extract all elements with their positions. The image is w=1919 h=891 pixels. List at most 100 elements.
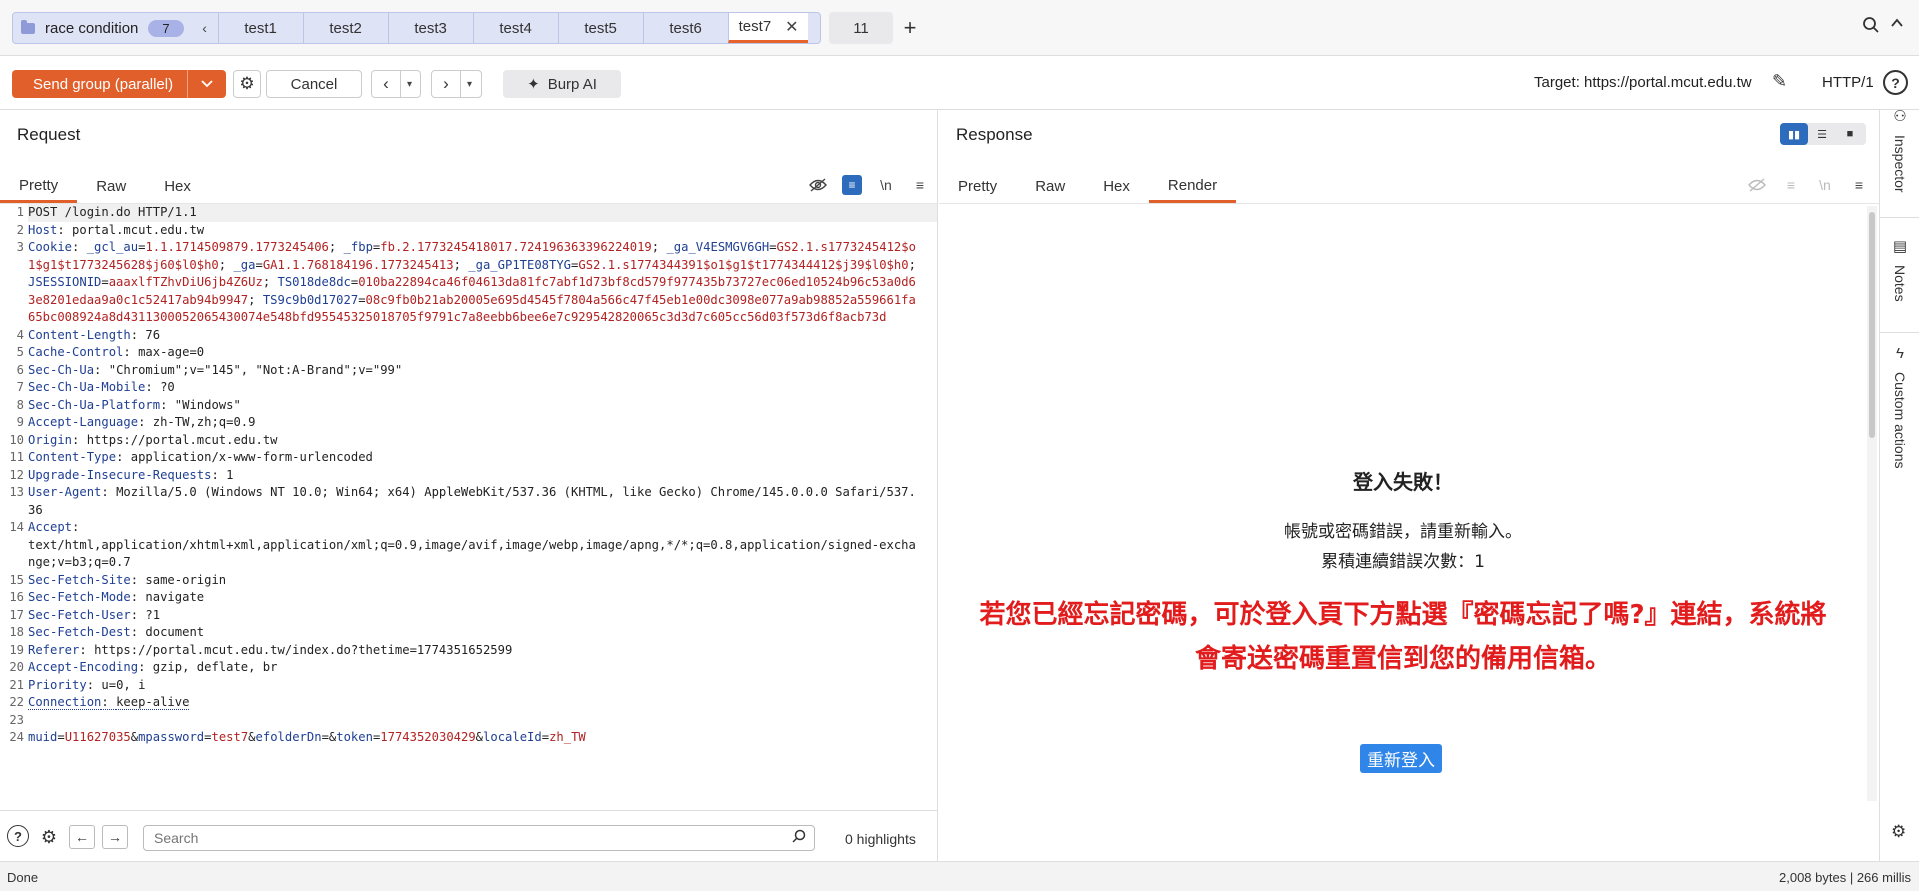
chevron-right-icon[interactable]: ›	[432, 74, 460, 94]
tab-hex[interactable]: Hex	[1084, 170, 1149, 203]
send-group-label: Send group (parallel)	[12, 70, 189, 98]
editor-line: 10 Origin: https://portal.mcut.edu.tw	[9, 432, 278, 447]
editor-line: 5 Cache-Control: max-age=0	[16, 345, 205, 359]
chevron-left-icon[interactable]: ‹	[372, 74, 400, 94]
tab-pretty[interactable]: Pretty	[0, 170, 78, 203]
editor-line: 18 Sec-Fetch-Dest: document	[9, 625, 205, 639]
newline-toggle-icon: \n	[1819, 177, 1831, 193]
arrow-right-icon[interactable]: →	[102, 825, 128, 849]
tab-11[interactable]: 11	[829, 12, 893, 44]
editor-line: 22 Connection: keep-alive	[9, 695, 190, 710]
pencil-icon[interactable]: ✎	[1772, 71, 1787, 92]
tab-test7-label: test7	[738, 18, 772, 35]
chevron-up-icon[interactable]	[1890, 16, 1904, 33]
gear-icon[interactable]: ⚙	[233, 70, 261, 98]
notes-panel-toggle[interactable]: ▤ Notes	[1880, 237, 1919, 302]
search-icon[interactable]	[1862, 16, 1880, 39]
relogin-button[interactable]: 重新登入	[1360, 744, 1442, 773]
arrow-left-icon[interactable]: ←	[69, 825, 95, 849]
tab-hex[interactable]: Hex	[145, 170, 210, 203]
editor-line: 2 Host: portal.mcut.edu.tw	[16, 222, 205, 237]
tab-raw[interactable]: Raw	[77, 170, 145, 203]
request-view-tabs: Pretty Raw Hex	[0, 170, 210, 203]
chevron-down-icon[interactable]: ▾	[400, 71, 418, 97]
editor-line: 15 Sec-Fetch-Site: same-origin	[9, 572, 227, 587]
lightning-icon: ϟ	[1896, 345, 1904, 362]
warning-line-2: 會寄送密碼重置信到您的備用信箱。	[1194, 644, 1611, 674]
custom-actions-panel-toggle[interactable]: ϟ Custom actions	[1880, 345, 1919, 468]
editor-line: 11 Content-Type: application/x-www-form-u…	[9, 450, 373, 464]
collapse-group-chevron-icon[interactable]: ‹	[192, 13, 218, 43]
editor-line: 23	[9, 712, 24, 727]
editor-line: 12 Upgrade-Insecure-Requests: 1	[9, 467, 234, 482]
word-wrap-icon[interactable]: ≡	[842, 175, 862, 195]
http-version[interactable]: HTTP/1	[1822, 74, 1874, 91]
request-panel: Request Pretty Raw Hex ≡ \n ≡ 1 POST /log…	[0, 110, 938, 861]
editor-line: 20 Accept-Encoding: gzip, deflate, br	[9, 660, 278, 674]
editor-line: 19 Referer: https://portal.mcut.edu.tw/in…	[9, 642, 513, 657]
request-editor[interactable]: 1 POST /login.do HTTP/1.1 2 Host: portal.m…	[0, 203, 937, 763]
scrollbar[interactable]	[1867, 206, 1877, 801]
gear-icon[interactable]: ⚙	[37, 825, 61, 849]
help-icon[interactable]: ?	[1883, 70, 1908, 95]
layout-toggle: ▮▮ ☰ ■	[1780, 123, 1866, 145]
toolbar: Send group (parallel) ⚙ Cancel ‹ ▾ › ▾ ✦…	[0, 56, 1919, 110]
sparkle-icon: ✦	[527, 76, 540, 93]
tab-test2[interactable]: test2	[302, 13, 388, 43]
cancel-button[interactable]: Cancel	[266, 70, 362, 98]
response-panel: Response ▮▮ ☰ ■ Pretty Raw Hex Render ≡ …	[939, 110, 1879, 861]
response-stats: 2,008 bytes | 266 millis	[1779, 870, 1911, 885]
history-forward-group: › ▾	[431, 70, 482, 98]
gear-icon[interactable]: ⚙	[1891, 822, 1906, 842]
tab-bar: race condition 7 ‹ test1 test2 test3 tes…	[0, 0, 1919, 56]
newline-toggle-icon[interactable]: \n	[876, 175, 896, 195]
editor-line: 1 POST /login.do HTTP/1.1	[0, 204, 937, 222]
tab-raw[interactable]: Raw	[1016, 170, 1084, 203]
scrollbar-thumb[interactable]	[1869, 212, 1875, 438]
tab-group-header[interactable]: race condition 7	[13, 13, 192, 43]
tab-test6[interactable]: test6	[642, 13, 728, 43]
close-tab-icon[interactable]: ✕	[785, 17, 798, 37]
tab-test5[interactable]: test5	[557, 13, 643, 43]
tab-pretty[interactable]: Pretty	[939, 170, 1016, 203]
request-title: Request	[17, 125, 81, 144]
rendered-response: 登入失敗！ 帳號或密碼錯誤，請重新輸入。 累積連續錯誤次數：1 若您已經忘記密碼…	[939, 204, 1867, 810]
help-icon[interactable]: ?	[7, 825, 29, 847]
editor-line: 16 Sec-Fetch-Mode: navigate	[9, 590, 205, 604]
inspector-panel-toggle[interactable]: ⚇ Inspector	[1880, 108, 1919, 193]
warning-line-1: 若您已經忘記密碼，可於登入頁下方點選『密碼忘記了嗎?』連結，系統將	[979, 600, 1827, 630]
target-url: Target: https://portal.mcut.edu.tw	[1534, 74, 1752, 91]
tab-group-name: race condition	[45, 19, 139, 37]
single-pane-icon[interactable]: ■	[1836, 123, 1864, 145]
custom-actions-label: Custom actions	[1892, 372, 1908, 469]
search-field[interactable]	[143, 825, 815, 851]
add-tab-icon[interactable]: +	[896, 12, 924, 44]
editor-line: 9 Accept-Language: zh-TW,zh;q=0.9	[16, 415, 256, 429]
split-columns-icon[interactable]: ▮▮	[1780, 123, 1808, 145]
folder-icon	[21, 19, 35, 34]
tab-render[interactable]: Render	[1148, 170, 1237, 203]
burp-ai-button[interactable]: ✦ Burp AI	[503, 70, 621, 98]
divider	[1880, 332, 1919, 333]
split-rows-icon[interactable]: ☰	[1808, 123, 1836, 145]
inspector-label: Inspector	[1892, 135, 1908, 193]
menu-icon[interactable]: ≡	[910, 175, 930, 195]
menu-icon[interactable]: ≡	[1849, 175, 1869, 195]
chevron-down-icon[interactable]	[188, 80, 226, 88]
tab-test1[interactable]: test1	[217, 13, 303, 43]
editor-line: 17 Sec-Fetch-User: ?1	[9, 607, 161, 622]
request-editor-options: ≡ \n ≡	[808, 170, 930, 200]
tab-test4[interactable]: test4	[472, 13, 558, 43]
login-failed-title: 登入失敗！	[1353, 470, 1453, 494]
response-editor-options: ≡ \n ≡	[1747, 170, 1869, 200]
editor-line: 13 User-Agent: Mozilla/5.0 (Windows NT 10…	[9, 485, 916, 517]
search-input[interactable]	[144, 826, 774, 850]
hide-nonprintable-icon[interactable]	[808, 175, 828, 195]
send-group-button[interactable]: Send group (parallel)	[12, 70, 226, 98]
chevron-down-icon[interactable]: ▾	[460, 71, 478, 97]
tab-test7[interactable]: test7 ✕	[727, 13, 808, 43]
request-search-bar: ? ⚙ ← → 0 highlights	[0, 810, 937, 861]
tab-test3[interactable]: test3	[387, 13, 473, 43]
search-icon[interactable]	[792, 829, 806, 846]
editor-line: 6 Sec-Ch-Ua: "Chromium";v="145", "Not:A-B…	[16, 362, 403, 377]
